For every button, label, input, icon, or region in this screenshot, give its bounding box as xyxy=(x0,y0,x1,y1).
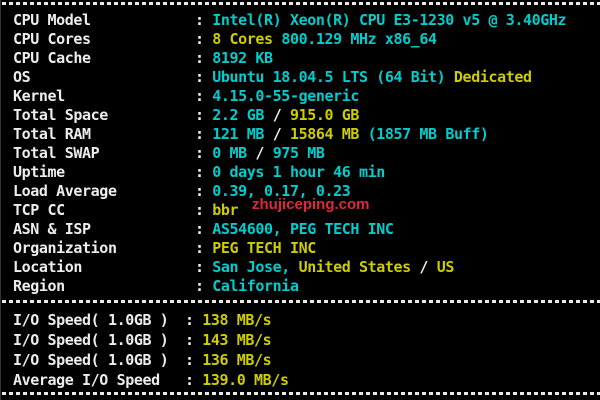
row-colon: : xyxy=(195,87,212,105)
row-colon: : xyxy=(195,277,212,295)
row-value-part: 138 MB/s xyxy=(202,311,271,329)
row-value-part: 0 MB xyxy=(212,144,247,162)
row-label: TCP CC xyxy=(13,201,195,220)
system-info-row: Uptime: 0 days 1 hour 46 min xyxy=(13,163,600,182)
screen-left-edge xyxy=(0,0,1,400)
row-value-part: / xyxy=(411,258,437,276)
row-label: I/O Speed( 1.0GB ) xyxy=(13,310,185,330)
io-speed-row: Average I/O Speed: 139.0 MB/s xyxy=(13,370,600,390)
row-label: Organization xyxy=(13,239,195,258)
row-value-part: Intel(R) Xeon(R) CPU E3-1230 v5 @ 3.40GH… xyxy=(212,11,566,29)
row-colon: : xyxy=(195,30,212,48)
row-value-part: 143 MB/s xyxy=(202,331,271,349)
row-colon: : xyxy=(195,68,212,86)
row-label: ASN & ISP xyxy=(13,220,195,239)
row-colon: : xyxy=(195,163,212,181)
row-colon: : xyxy=(185,311,202,329)
terminal-window[interactable]: CPU Model: Intel(R) Xeon(R) CPU E3-1230 … xyxy=(0,0,600,400)
row-label: Kernel xyxy=(13,87,195,106)
io-speed-row: I/O Speed( 1.0GB ): 138 MB/s xyxy=(13,310,600,330)
system-info-section: CPU Model: Intel(R) Xeon(R) CPU E3-1230 … xyxy=(13,11,600,296)
row-value-part: 2.2 GB xyxy=(212,106,264,124)
row-value-part: / xyxy=(247,144,273,162)
row-value-part: 975 MB xyxy=(273,144,325,162)
separator-top xyxy=(2,2,600,5)
row-value-part: 915.0 GB xyxy=(290,106,359,124)
row-value-part: PEG TECH INC xyxy=(212,239,316,257)
system-info-row: Location: San Jose, United States / US xyxy=(13,258,600,277)
system-info-row: CPU Cache: 8192 KB xyxy=(13,49,600,68)
system-info-row: Organization: PEG TECH INC xyxy=(13,239,600,258)
row-colon: : xyxy=(185,371,202,389)
row-value-part: US xyxy=(437,258,454,276)
system-info-row: Total Space: 2.2 GB / 915.0 GB xyxy=(13,106,600,125)
row-label: Total Space xyxy=(13,106,195,125)
row-colon: : xyxy=(195,201,212,219)
io-speed-section: I/O Speed( 1.0GB ): 138 MB/sI/O Speed( 1… xyxy=(13,310,600,390)
row-colon: : xyxy=(195,182,212,200)
row-value-part: San Jose, xyxy=(212,258,290,276)
row-value-part: 0 days 1 hour 46 min xyxy=(212,163,385,181)
io-speed-row: I/O Speed( 1.0GB ): 136 MB/s xyxy=(13,350,600,370)
row-label: Load Average xyxy=(13,182,195,201)
row-colon: : xyxy=(195,49,212,67)
system-info-row: CPU Model: Intel(R) Xeon(R) CPU E3-1230 … xyxy=(13,11,600,30)
row-value-part: 800.129 MHz x86_64 xyxy=(273,30,437,48)
system-info-row: CPU Cores: 8 Cores 800.129 MHz x86_64 xyxy=(13,30,600,49)
row-colon: : xyxy=(195,239,212,257)
row-label: Total RAM xyxy=(13,125,195,144)
row-value-part: Ubuntu 18.04.5 LTS (64 Bit) xyxy=(212,68,445,86)
separator-bottom xyxy=(2,392,600,395)
row-value-part: AS54600, PEG TECH INC xyxy=(212,220,393,238)
row-value-part: United States xyxy=(290,258,411,276)
row-value-part: 15864 MB xyxy=(290,125,359,143)
row-value-part: 136 MB/s xyxy=(202,351,271,369)
row-label: CPU Cache xyxy=(13,49,195,68)
system-info-row: OS: Ubuntu 18.04.5 LTS (64 Bit) Dedicate… xyxy=(13,68,600,87)
row-value-part: 139.0 MB/s xyxy=(202,371,288,389)
row-colon: : xyxy=(185,351,202,369)
row-value-part: Dedicated xyxy=(445,68,531,86)
row-value-part: / xyxy=(264,106,290,124)
row-label: Location xyxy=(13,258,195,277)
system-info-row: Total RAM: 121 MB / 15864 MB (1857 MB Bu… xyxy=(13,125,600,144)
row-value-part: 8 Cores xyxy=(212,30,272,48)
row-value-part: California xyxy=(212,277,298,295)
row-label: Total SWAP xyxy=(13,144,195,163)
row-label: CPU Model xyxy=(13,11,195,30)
row-value-part: bbr xyxy=(212,201,238,219)
watermark-text: zhujiceping.com xyxy=(252,196,370,214)
row-colon: : xyxy=(195,125,212,143)
row-label: Average I/O Speed xyxy=(13,370,185,390)
row-label: I/O Speed( 1.0GB ) xyxy=(13,330,185,350)
row-label: OS xyxy=(13,68,195,87)
row-value-part: 8192 KB xyxy=(212,49,272,67)
row-colon: : xyxy=(195,144,212,162)
system-info-row: ASN & ISP: AS54600, PEG TECH INC xyxy=(13,220,600,239)
row-colon: : xyxy=(195,11,212,29)
row-colon: : xyxy=(195,258,212,276)
row-label: CPU Cores xyxy=(13,30,195,49)
row-value-part: 4.15.0-55-generic xyxy=(212,87,359,105)
system-info-row: Kernel: 4.15.0-55-generic xyxy=(13,87,600,106)
row-value-part: 121 MB xyxy=(212,125,264,143)
row-label: Uptime xyxy=(13,163,195,182)
row-value-part: / xyxy=(264,125,290,143)
separator-middle xyxy=(2,300,600,303)
system-info-row: Region: California xyxy=(13,277,600,296)
row-colon: : xyxy=(185,331,202,349)
row-label: Region xyxy=(13,277,195,296)
row-value-part: (1857 MB Buff) xyxy=(359,125,488,143)
row-label: I/O Speed( 1.0GB ) xyxy=(13,350,185,370)
system-info-row: Total SWAP: 0 MB / 975 MB xyxy=(13,144,600,163)
row-colon: : xyxy=(195,106,212,124)
io-speed-row: I/O Speed( 1.0GB ): 143 MB/s xyxy=(13,330,600,350)
row-colon: : xyxy=(195,220,212,238)
